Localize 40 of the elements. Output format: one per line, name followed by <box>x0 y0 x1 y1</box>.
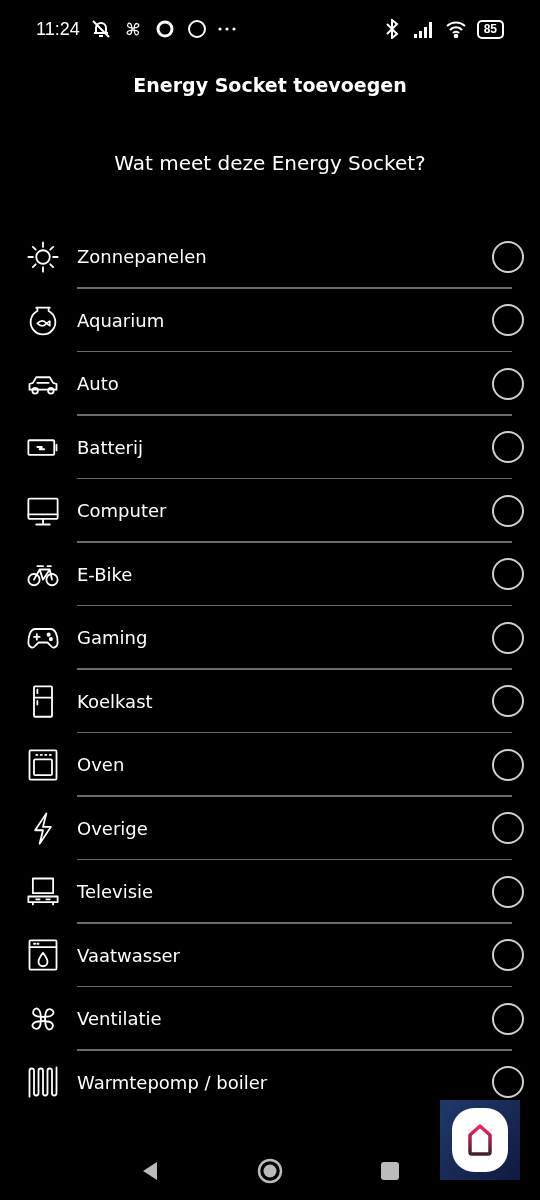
more-icon <box>217 27 236 31</box>
option-label: Gaming <box>77 627 149 649</box>
option-label: Oven <box>77 754 126 776</box>
radio-button[interactable] <box>492 748 524 781</box>
radio-button[interactable] <box>492 431 524 464</box>
home-icon[interactable] <box>255 1156 285 1186</box>
radio-button[interactable] <box>492 1002 524 1035</box>
mute-bell-icon <box>89 19 112 39</box>
house-icon <box>467 1123 493 1157</box>
option-label: E-Bike <box>77 563 134 585</box>
option-label: Televisie <box>77 881 155 903</box>
option-label: Vaatwasser <box>77 944 182 966</box>
radio-button[interactable] <box>492 939 524 972</box>
app-shortcut[interactable] <box>440 1100 520 1180</box>
option-label: Zonnepanelen <box>77 246 208 268</box>
radio-button[interactable] <box>492 1066 524 1099</box>
option-label: Computer <box>77 500 168 522</box>
radio-button[interactable] <box>492 558 524 591</box>
radio-button[interactable] <box>492 875 524 908</box>
radio-button[interactable] <box>492 367 524 400</box>
radio-button[interactable] <box>492 304 524 337</box>
battery-indicator: 85 <box>476 19 504 39</box>
radio-button[interactable] <box>492 494 524 527</box>
option-label: Warmtepomp / boiler <box>77 1071 269 1093</box>
wifi-icon <box>444 19 467 39</box>
circle-icon <box>185 19 208 39</box>
option-label: Overige <box>77 817 149 839</box>
radio-button[interactable] <box>492 240 524 273</box>
option-label: Aquarium <box>77 309 166 331</box>
question-text: Wat meet deze Energy Socket? <box>113 150 427 177</box>
option-label: Ventilatie <box>77 1008 163 1030</box>
radio-button[interactable] <box>492 812 524 845</box>
clock: 11:24 <box>36 18 80 40</box>
radio-button[interactable] <box>492 621 524 654</box>
signal-icon <box>412 19 435 39</box>
page-title: Energy Socket toevoegen <box>132 73 408 98</box>
radio-button[interactable] <box>492 685 524 718</box>
option-label: Auto <box>77 373 120 395</box>
option-label: Batterij <box>77 436 144 458</box>
option-label: Koelkast <box>77 690 154 712</box>
